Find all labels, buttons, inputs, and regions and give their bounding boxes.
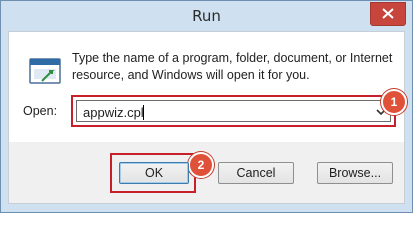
- description-line-2: resource, and Windows will open it for y…: [72, 68, 310, 82]
- dialog-description: Type the name of a program, folder, docu…: [72, 50, 402, 84]
- window-title: Run: [192, 7, 221, 25]
- step-badge-1: 1: [381, 89, 407, 115]
- browse-button[interactable]: Browse...: [317, 162, 393, 184]
- ok-button[interactable]: OK: [119, 162, 189, 184]
- close-icon: [382, 8, 394, 19]
- open-combobox-highlight: appwiz.cpl: [71, 95, 396, 127]
- cancel-button[interactable]: Cancel: [218, 162, 294, 184]
- text-caret: [143, 105, 144, 120]
- close-button[interactable]: [370, 2, 406, 26]
- step-badge-2: 2: [188, 152, 214, 178]
- dialog-body: Type the name of a program, folder, docu…: [8, 31, 405, 143]
- description-line-1: Type the name of a program, folder, docu…: [72, 51, 393, 65]
- title-bar[interactable]: Run: [1, 1, 412, 32]
- open-label: Open:: [23, 104, 57, 118]
- open-combobox[interactable]: appwiz.cpl: [76, 100, 391, 122]
- open-label-text: Open:: [23, 104, 58, 118]
- open-input[interactable]: appwiz.cpl: [83, 105, 144, 120]
- run-program-icon: [29, 58, 61, 84]
